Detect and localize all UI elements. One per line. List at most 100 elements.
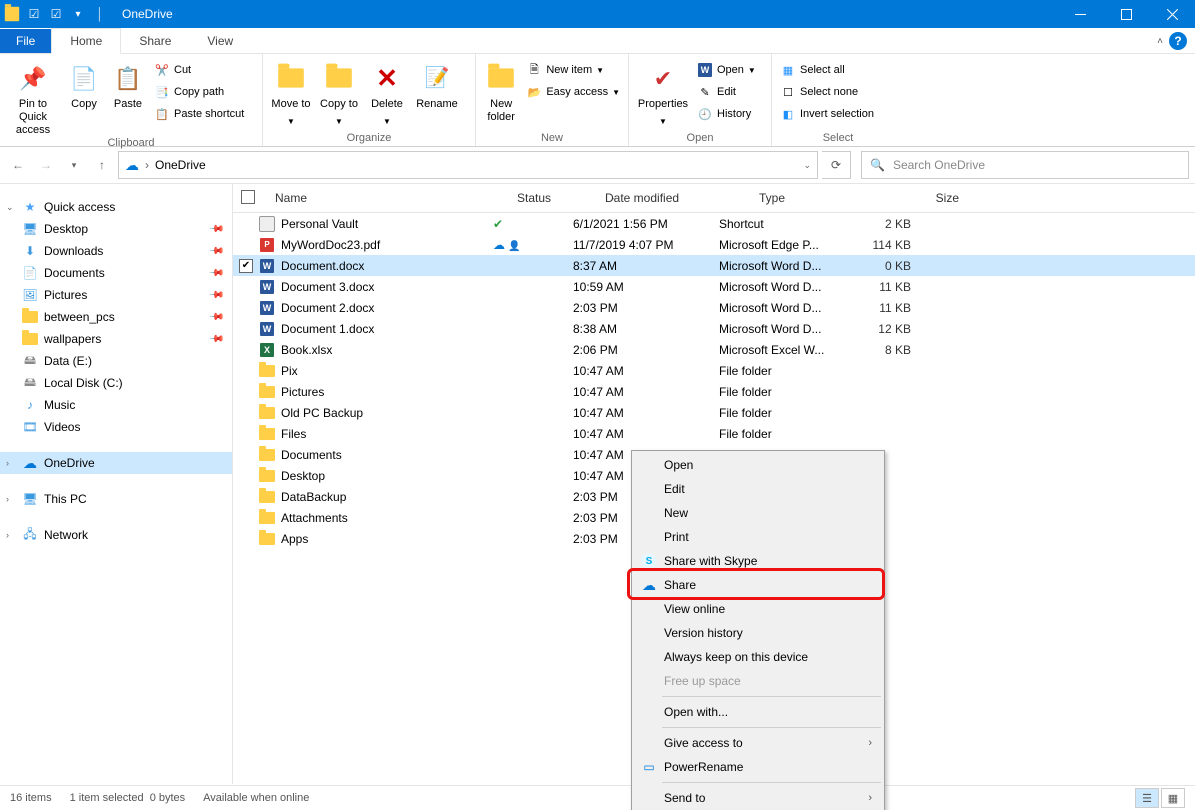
context-always-keep-on-this-device[interactable]: Always keep on this device xyxy=(634,645,882,669)
group-open-label: Open xyxy=(635,132,765,146)
context-give-access-to[interactable]: Give access to › xyxy=(634,731,882,755)
easy-access-button[interactable]: 📂Easy access ▼ xyxy=(524,82,622,102)
copy-button[interactable]: 📄Copy xyxy=(64,58,104,111)
context-open-with-[interactable]: Open with... xyxy=(634,700,882,724)
context-share[interactable]: ☁ Share xyxy=(634,573,882,597)
delete-button[interactable]: ✕Delete▼ xyxy=(365,58,409,128)
up-button[interactable]: ↑ xyxy=(90,153,114,177)
file-name: Documents xyxy=(281,448,342,462)
maximize-button[interactable] xyxy=(1103,0,1149,28)
nav-item-wallpapers[interactable]: wallpapers 📌 xyxy=(0,328,232,350)
select-none-button[interactable]: ☐Select none xyxy=(778,82,876,102)
open-button[interactable]: WOpen ▼ xyxy=(695,60,758,80)
move-to-button[interactable]: Move to▼ xyxy=(269,58,313,128)
paste-shortcut-button[interactable]: 📋Paste shortcut xyxy=(152,104,246,124)
column-headers[interactable]: Name Status Date modified Type Size ⌄ xyxy=(233,184,1195,213)
context-open[interactable]: Open xyxy=(634,453,882,477)
open-icon: W xyxy=(697,62,713,78)
ribbon-collapse-icon[interactable]: ˄ xyxy=(1157,36,1163,47)
nav-item-downloads[interactable]: ⬇ Downloads 📌 xyxy=(0,240,232,262)
expand-icon[interactable]: › xyxy=(6,530,9,540)
properties-button[interactable]: ✔Properties▼ xyxy=(635,58,691,128)
file-row[interactable]: Personal Vault ✔ 6/1/2021 1:56 PM Shortc… xyxy=(233,213,1195,234)
file-row[interactable]: XBook.xlsx 2:06 PM Microsoft Excel W... … xyxy=(233,339,1195,360)
file-row[interactable]: ✔ WDocument.docx 8:37 AM Microsoft Word … xyxy=(233,255,1195,276)
copy-to-button[interactable]: Copy to▼ xyxy=(317,58,361,128)
copy-path-button[interactable]: 📑Copy path xyxy=(152,82,246,102)
nav-item-onedrive[interactable]: › ☁ OneDrive xyxy=(0,452,232,474)
view-details-button[interactable]: ☰ xyxy=(1135,788,1159,808)
select-all-checkbox[interactable] xyxy=(241,190,255,204)
nav-item-this-pc[interactable]: › 🖥 This PC xyxy=(0,488,232,510)
nav-item-data-e-[interactable]: 🖴 Data (E:) xyxy=(0,350,232,372)
qat-checkbox2-icon[interactable]: ☑ xyxy=(48,6,64,22)
view-tiles-button[interactable]: ▦ xyxy=(1161,788,1185,808)
history-button[interactable]: 🕘History xyxy=(695,104,758,124)
nav-item-network[interactable]: › 🖧 Network xyxy=(0,524,232,546)
nav-item-pictures[interactable]: 🖼 Pictures 📌 xyxy=(0,284,232,306)
nav-item-local-disk-c-[interactable]: 🖴 Local Disk (C:) xyxy=(0,372,232,394)
column-status[interactable]: Status xyxy=(509,191,597,205)
column-size[interactable]: Size xyxy=(879,191,969,205)
tab-share[interactable]: Share xyxy=(121,29,189,53)
edit-button[interactable]: ✎Edit xyxy=(695,82,758,102)
column-name[interactable]: Name xyxy=(267,191,509,205)
context-send-to[interactable]: Send to › xyxy=(634,786,882,810)
back-button[interactable]: ← xyxy=(6,153,30,177)
expand-icon[interactable]: ⌄ xyxy=(6,202,14,213)
nav-item-desktop[interactable]: 🖥 Desktop 📌 xyxy=(0,218,232,240)
address-dropdown-icon[interactable]: ⌄ xyxy=(803,160,811,171)
column-type[interactable]: Type xyxy=(751,191,879,205)
expand-icon[interactable]: › xyxy=(6,494,9,504)
context-share-with-skype[interactable]: S Share with Skype xyxy=(634,549,882,573)
close-button[interactable] xyxy=(1149,0,1195,28)
select-all-button[interactable]: ▦Select all xyxy=(778,60,876,80)
new-item-button[interactable]: 🗎New item ▼ xyxy=(524,60,622,80)
context-new[interactable]: New xyxy=(634,501,882,525)
folder-icon xyxy=(4,6,20,22)
cut-button[interactable]: ✂️Cut xyxy=(152,60,246,80)
qat-checkbox-icon[interactable]: ☑ xyxy=(26,6,42,22)
context-version-history[interactable]: Version history xyxy=(634,621,882,645)
nav-item-between-pcs[interactable]: between_pcs 📌 xyxy=(0,306,232,328)
chevron-right-icon[interactable]: › xyxy=(145,158,149,172)
file-name: Document 3.docx xyxy=(281,280,374,294)
new-folder-button[interactable]: New folder xyxy=(482,58,520,124)
file-row[interactable]: Pix 10:47 AM File folder xyxy=(233,360,1195,381)
minimize-button[interactable] xyxy=(1057,0,1103,28)
nav-item-quick-access[interactable]: ⌄ ★ Quick access xyxy=(0,196,232,218)
column-date[interactable]: Date modified xyxy=(597,191,751,205)
tab-home[interactable]: Home xyxy=(51,28,121,54)
paste-button[interactable]: 📋Paste xyxy=(108,58,148,111)
file-row[interactable]: Pictures 10:47 AM File folder xyxy=(233,381,1195,402)
file-row[interactable]: Old PC Backup 10:47 AM File folder xyxy=(233,402,1195,423)
tab-file[interactable]: File xyxy=(0,29,51,53)
nav-item-videos[interactable]: 🎞 Videos xyxy=(0,416,232,438)
file-row[interactable]: WDocument 2.docx 2:03 PM Microsoft Word … xyxy=(233,297,1195,318)
file-row[interactable]: WDocument 3.docx 10:59 AM Microsoft Word… xyxy=(233,276,1195,297)
refresh-button[interactable]: ⟳ xyxy=(822,151,851,179)
nav-item-documents[interactable]: 📄 Documents 📌 xyxy=(0,262,232,284)
recent-button[interactable]: ▾ xyxy=(62,153,86,177)
help-icon[interactable]: ? xyxy=(1169,32,1187,50)
qat-dropdown-icon[interactable]: ▾ xyxy=(70,6,86,22)
context-edit[interactable]: Edit xyxy=(634,477,882,501)
nav-item-music[interactable]: ♪ Music xyxy=(0,394,232,416)
file-row[interactable]: WDocument 1.docx 8:38 AM Microsoft Word … xyxy=(233,318,1195,339)
row-checkbox[interactable]: ✔ xyxy=(239,259,253,273)
pin-quick-access-button[interactable]: 📌Pin to Quick access xyxy=(6,58,60,137)
rename-button[interactable]: 📝Rename xyxy=(413,58,461,111)
context-print[interactable]: Print xyxy=(634,525,882,549)
invert-selection-button[interactable]: ◧Invert selection xyxy=(778,104,876,124)
expand-icon[interactable]: › xyxy=(6,458,9,468)
tab-view[interactable]: View xyxy=(189,29,251,53)
context-view-online[interactable]: View online xyxy=(634,597,882,621)
address-bar[interactable]: ☁ › OneDrive ⌄ xyxy=(118,151,818,179)
file-row[interactable]: PMyWordDoc23.pdf ☁ 👤 11/7/2019 4:07 PM M… xyxy=(233,234,1195,255)
file-row[interactable]: Files 10:47 AM File folder xyxy=(233,423,1195,444)
context-powerrename[interactable]: ▭ PowerRename xyxy=(634,755,882,779)
search-box[interactable]: 🔍 Search OneDrive xyxy=(861,151,1189,179)
address-segment[interactable]: OneDrive xyxy=(155,158,206,172)
forward-button[interactable]: → xyxy=(34,153,58,177)
file-name: Personal Vault xyxy=(281,217,358,231)
